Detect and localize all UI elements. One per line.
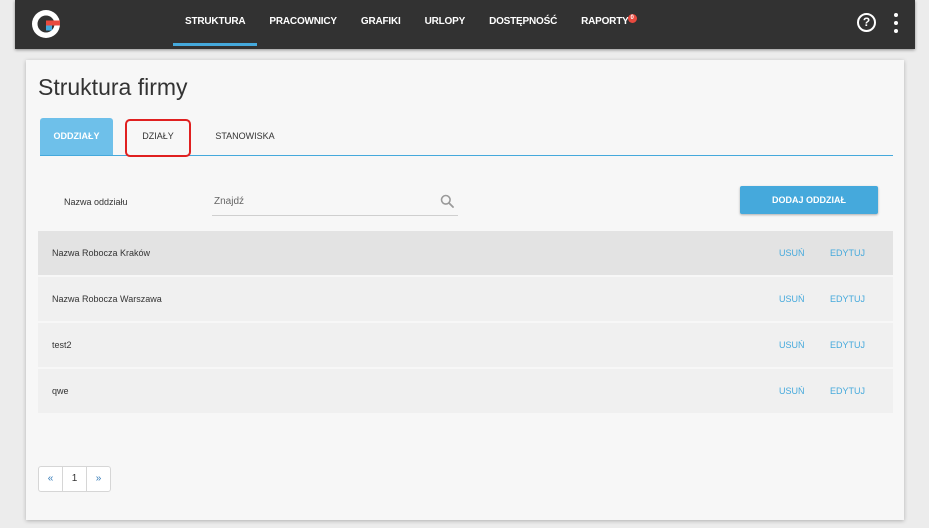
search-input[interactable] bbox=[212, 188, 432, 215]
delete-link[interactable]: USUŃ bbox=[779, 369, 805, 413]
row-name: Nazwa Robocza Warszawa bbox=[52, 294, 162, 304]
pagination-page-button[interactable]: 1 bbox=[62, 466, 87, 492]
table-row: Nazwa Robocza Kraków USUŃ EDYTUJ bbox=[38, 231, 893, 275]
table-row: Nazwa Robocza Warszawa USUŃ EDYTUJ bbox=[38, 277, 893, 321]
edit-link[interactable]: EDYTUJ bbox=[830, 323, 865, 367]
tab-stanowiska[interactable]: STANOWISKA bbox=[202, 118, 288, 155]
pagination: « 1 » bbox=[38, 466, 111, 492]
row-name: Nazwa Robocza Kraków bbox=[52, 248, 151, 258]
nav-item-struktura[interactable]: STRUKTURA bbox=[173, 0, 258, 49]
table-row: qwe USUŃ EDYTUJ bbox=[38, 369, 893, 413]
main-nav: STRUKTURA PRACOWNICY GRAFIKI URLOPY DOST… bbox=[173, 0, 641, 49]
branch-list: Nazwa Robocza Kraków USUŃ EDYTUJ Nazwa R… bbox=[38, 231, 893, 415]
row-name: qwe bbox=[52, 386, 69, 396]
page-title: Struktura firmy bbox=[38, 74, 188, 100]
pagination-prev-button[interactable]: « bbox=[38, 466, 63, 492]
logo-icon[interactable] bbox=[31, 9, 61, 39]
delete-link[interactable]: USUŃ bbox=[779, 231, 805, 275]
search-field bbox=[212, 188, 458, 216]
top-navigation-bar: STRUKTURA PRACOWNICY GRAFIKI URLOPY DOST… bbox=[15, 0, 915, 49]
tab-dzialy[interactable]: DZIAŁY bbox=[127, 118, 189, 155]
edit-link[interactable]: EDYTUJ bbox=[830, 231, 865, 275]
tab-oddzialy[interactable]: ODDZIAŁY bbox=[40, 118, 113, 155]
help-icon[interactable]: ? bbox=[857, 13, 876, 32]
pagination-next-button[interactable]: » bbox=[86, 466, 111, 492]
edit-link[interactable]: EDYTUJ bbox=[830, 369, 865, 413]
main-card: Struktura firmy ODDZIAŁY DZIAŁY STANOWIS… bbox=[26, 60, 904, 520]
more-vertical-icon[interactable] bbox=[890, 13, 902, 33]
edit-link[interactable]: EDYTUJ bbox=[830, 277, 865, 321]
nav-item-dostepnosc[interactable]: DOSTĘPNOŚĆ bbox=[477, 0, 569, 49]
delete-link[interactable]: USUŃ bbox=[779, 277, 805, 321]
nav-item-pracownicy[interactable]: PRACOWNICY bbox=[257, 0, 348, 49]
search-icon[interactable] bbox=[440, 194, 454, 208]
delete-link[interactable]: USUŃ bbox=[779, 323, 805, 367]
nav-item-urlopy[interactable]: URLOPY bbox=[413, 0, 477, 49]
tab-bar: ODDZIAŁY DZIAŁY STANOWISKA bbox=[40, 118, 893, 156]
table-row: test2 USUŃ EDYTUJ bbox=[38, 323, 893, 367]
add-branch-button[interactable]: DODAJ ODDZIAŁ bbox=[740, 186, 878, 214]
row-name: test2 bbox=[52, 340, 72, 350]
filter-label: Nazwa oddziału bbox=[64, 197, 128, 207]
nav-item-raporty[interactable]: RAPORTY 0 bbox=[569, 0, 641, 49]
reports-badge: 0 bbox=[627, 14, 637, 23]
nav-item-grafiki[interactable]: GRAFIKI bbox=[349, 0, 413, 49]
